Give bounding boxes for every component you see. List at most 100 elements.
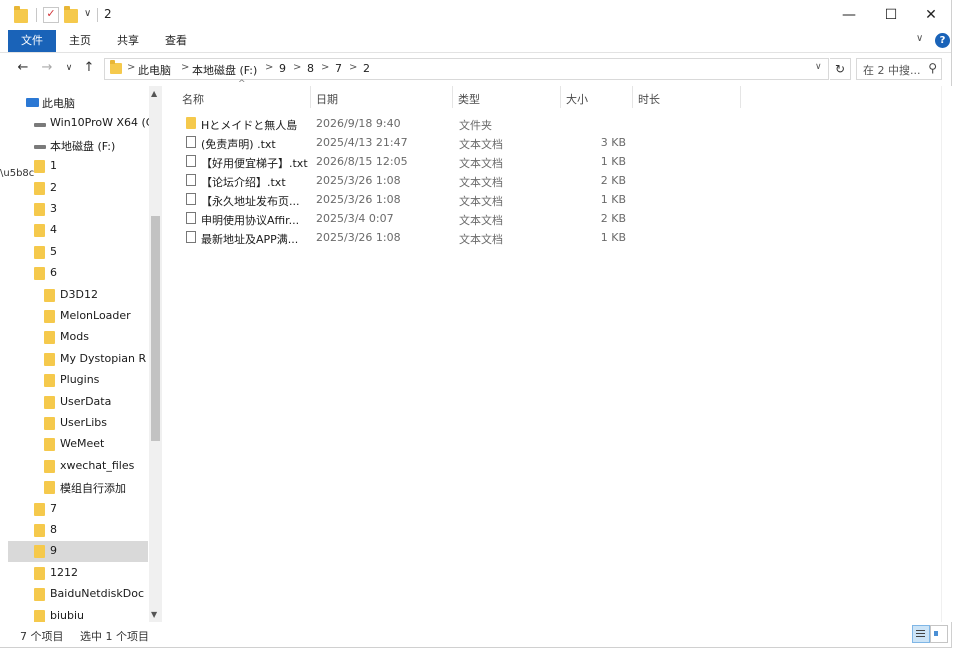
tree-item-label: 2	[50, 181, 57, 194]
tree-item-label: UserData	[60, 395, 112, 408]
tree-item[interactable]: 模组自行添加	[8, 477, 148, 498]
file-date: 2025/3/26 1:08	[316, 193, 401, 206]
ribbon-expand-chevron-icon[interactable]: ∨	[916, 33, 923, 44]
column-divider[interactable]	[560, 86, 561, 108]
tab-view[interactable]: 查看	[156, 30, 196, 52]
forward-button[interactable]: →	[38, 59, 56, 77]
tree-item[interactable]: WeMeet	[8, 434, 148, 455]
folder-icon	[44, 396, 55, 409]
tree-item[interactable]: 本地磁盘 (F:)	[8, 135, 148, 156]
text-document-icon	[186, 136, 196, 148]
file-row[interactable]: 最新地址及APP满... 2025/3/26 1:08 文本文档 1 KB	[180, 228, 640, 247]
crumb-separator[interactable]: >	[265, 62, 273, 73]
column-divider[interactable]	[310, 86, 311, 108]
folder-icon	[34, 267, 45, 280]
tree-item[interactable]: 8	[8, 520, 148, 541]
tree-item[interactable]: 1	[8, 156, 148, 177]
file-row[interactable]: Hとメイドと無人島 2026/9/18 9:40 文件夹	[180, 114, 640, 133]
tree-item[interactable]: Plugins	[8, 370, 148, 391]
search-input[interactable]: 在 2 中搜... ⚲	[856, 58, 942, 80]
close-button[interactable]: ✕	[908, 2, 954, 28]
file-list-scrollbar[interactable]	[941, 86, 952, 622]
large-icons-view-button[interactable]	[930, 625, 948, 643]
column-divider[interactable]	[452, 86, 453, 108]
file-row[interactable]: 【永久地址发布页... 2025/3/26 1:08 文本文档 1 KB	[180, 190, 640, 209]
tab-share[interactable]: 共享	[108, 30, 148, 52]
scroll-down-arrow-icon[interactable]: ▼	[151, 610, 157, 619]
tree-item[interactable]: biubiu	[8, 606, 148, 622]
tab-file[interactable]: 文件	[8, 30, 56, 52]
column-header-length[interactable]: 时长	[638, 91, 660, 107]
navigation-pane[interactable]: 此电脑 Win10ProW X64 (C 本地磁盘 (F:) 1 2 3 4 5 6 D3D12 M…	[8, 86, 153, 622]
breadcrumb-this-pc[interactable]: 此电脑	[138, 62, 171, 78]
file-row[interactable]: (免责声明) .txt 2025/4/13 21:47 文本文档 3 KB	[180, 133, 640, 152]
breadcrumb-7[interactable]: 7	[335, 62, 342, 75]
tree-item[interactable]: MelonLoader	[8, 306, 148, 327]
column-header-type[interactable]: 类型	[458, 91, 480, 107]
tree-item[interactable]: 1212	[8, 563, 148, 584]
tree-item[interactable]: 此电脑	[8, 92, 148, 113]
crumb-separator[interactable]: >	[181, 62, 189, 73]
tree-item[interactable]: 7	[8, 499, 148, 520]
tree-item[interactable]: Mods	[8, 327, 148, 348]
crumb-separator[interactable]: >	[321, 62, 329, 73]
address-bar[interactable]: > 此电脑 > 本地磁盘 (F:) > 9 > 8 > 7 > 2	[104, 58, 829, 80]
tree-item-label: 此电脑	[42, 97, 75, 110]
properties-check-icon[interactable]: ✓	[43, 7, 59, 23]
tree-item-label: xwechat_files	[60, 459, 135, 472]
tree-item[interactable]: My Dystopian R	[8, 349, 148, 370]
tree-item[interactable]: UserLibs	[8, 413, 148, 434]
column-divider[interactable]	[740, 86, 741, 108]
navigation-pane-scrollbar[interactable]: ▲ ▼	[149, 86, 162, 622]
column-header-size[interactable]: 大小	[566, 91, 588, 107]
folder-icon	[34, 610, 45, 622]
details-view-button[interactable]	[912, 625, 930, 643]
minimize-button[interactable]: —	[826, 2, 872, 28]
tree-item[interactable]: 3	[8, 199, 148, 220]
file-row[interactable]: 申明使用协议Affir... 2025/3/4 0:07 文本文档 2 KB	[180, 209, 640, 228]
tree-item[interactable]: xwechat_files	[8, 456, 148, 477]
folder-icon	[34, 524, 45, 537]
tree-item[interactable]: 2	[8, 178, 148, 199]
folder-icon	[34, 545, 45, 558]
tree-item-label: MelonLoader	[60, 309, 131, 322]
new-folder-icon[interactable]	[64, 6, 78, 23]
tab-home[interactable]: 主页	[60, 30, 100, 52]
tree-item[interactable]: 5	[8, 242, 148, 263]
column-header-date[interactable]: 日期	[316, 91, 338, 107]
title-bar: ✓ ∨ 2 — ☐ ✕	[0, 0, 951, 30]
tree-item-label: D3D12	[60, 288, 98, 301]
back-button[interactable]: ←	[14, 59, 32, 77]
refresh-button[interactable]: ↻	[830, 58, 851, 80]
breadcrumb-2[interactable]: 2	[363, 62, 370, 75]
file-type: 文本文档	[459, 233, 503, 246]
crumb-separator[interactable]: >	[349, 62, 357, 73]
file-row[interactable]: 【论坛介绍】.txt 2025/3/26 1:08 文本文档 2 KB	[180, 171, 640, 190]
recent-locations-chevron-icon[interactable]: ∨	[60, 59, 78, 77]
breadcrumb-drive-f[interactable]: 本地磁盘 (F:)	[192, 62, 257, 78]
tree-item[interactable]: Win10ProW X64 (C	[8, 113, 153, 134]
tree-item[interactable]: 9	[8, 541, 148, 562]
file-type: 文本文档	[459, 176, 503, 189]
crumb-separator[interactable]: >	[127, 62, 135, 73]
scrollbar-thumb[interactable]	[151, 216, 160, 441]
tree-item[interactable]: BaiduNetdiskDoc	[8, 584, 148, 605]
up-button[interactable]: ↑	[80, 59, 98, 77]
column-headers: 名称 日期 类型 大小 时长	[170, 86, 740, 108]
column-divider[interactable]	[632, 86, 633, 108]
tree-item[interactable]: 6	[8, 263, 148, 284]
address-dropdown-chevron-icon[interactable]: ∨	[815, 62, 822, 72]
breadcrumb-9[interactable]: 9	[279, 62, 286, 75]
qat-customize-chevron-icon[interactable]: ∨	[84, 8, 91, 19]
scroll-up-arrow-icon[interactable]: ▲	[151, 89, 157, 98]
tree-item[interactable]: D3D12	[8, 285, 148, 306]
column-header-name[interactable]: 名称	[182, 91, 204, 107]
tree-item[interactable]: UserData	[8, 392, 148, 413]
search-icon[interactable]: ⚲	[928, 61, 937, 75]
breadcrumb-8[interactable]: 8	[307, 62, 314, 75]
help-icon[interactable]: ?	[935, 33, 950, 48]
crumb-separator[interactable]: >	[293, 62, 301, 73]
file-row[interactable]: 【好用便宜梯子】.txt 2026/8/15 12:05 文本文档 1 KB	[180, 152, 640, 171]
tree-item-label: 8	[50, 523, 57, 536]
tree-item[interactable]: 4	[8, 220, 148, 241]
